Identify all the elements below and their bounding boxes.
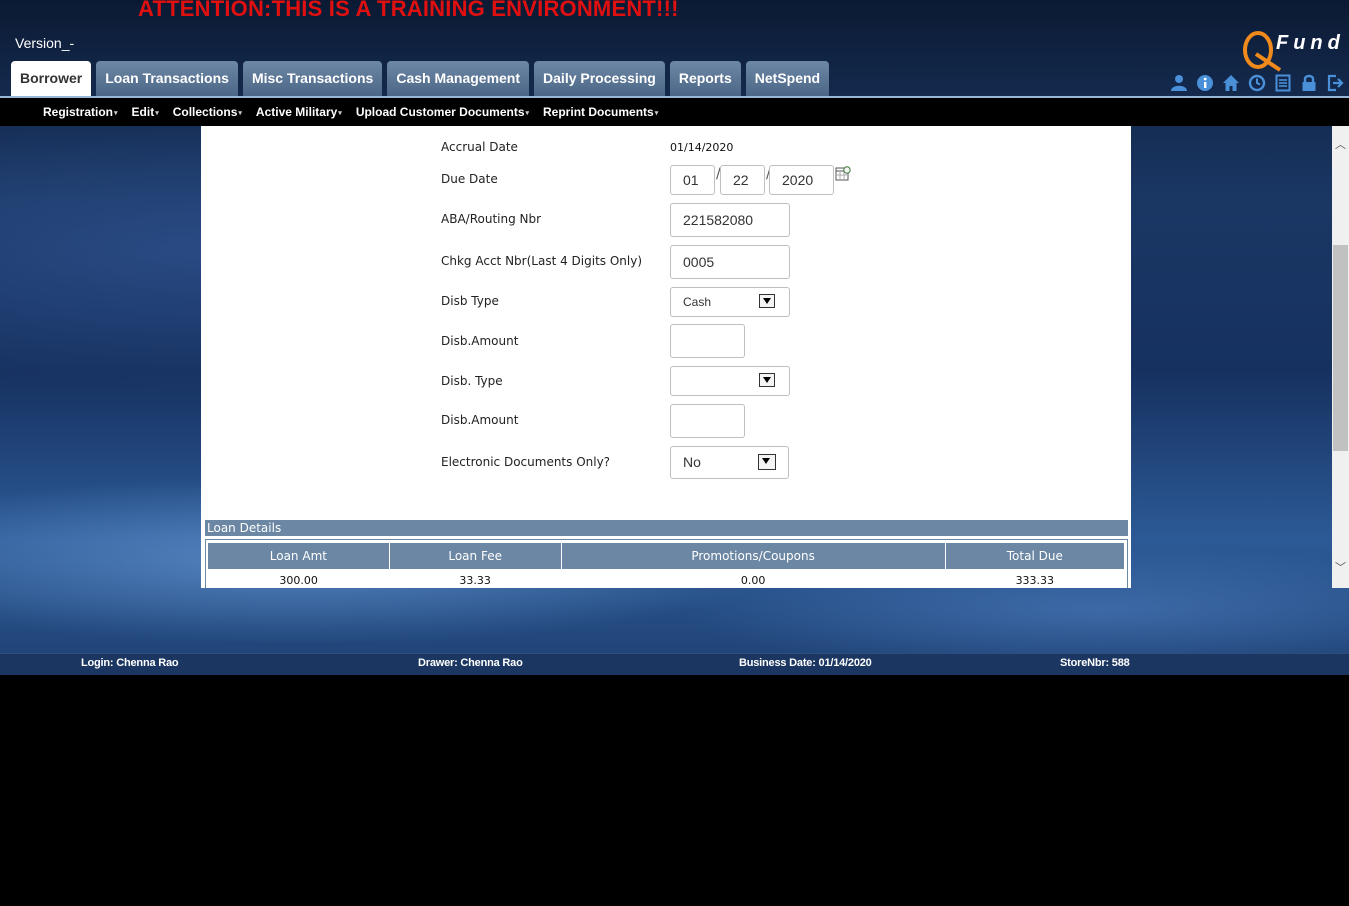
clipped-row-label [441, 126, 445, 131]
disb-type2-select[interactable] [670, 366, 790, 396]
sub-navigation: Registration▾ Edit▾ Collections▾ Active … [0, 98, 1349, 126]
col-promotions-coupons: Promotions/Coupons [561, 543, 946, 569]
subnav-collections[interactable]: Collections▾ [173, 105, 242, 119]
scroll-up-icon[interactable]: ︿ [1332, 136, 1349, 153]
disb-type-select[interactable]: Cash [670, 287, 790, 317]
loan-amt-cell: 300.00 [279, 573, 318, 587]
business-date-status: Business Date: 01/14/2020 [739, 657, 872, 669]
disb-type-value: Cash [683, 295, 712, 309]
chevron-down-icon [759, 373, 775, 387]
tab-netspend[interactable]: NetSpend [745, 61, 830, 96]
info-icon[interactable] [1196, 74, 1214, 92]
disb-amount-input[interactable] [670, 324, 745, 358]
loan-fee-cell: 33.33 [459, 573, 491, 587]
promotions-cell: 0.00 [740, 573, 766, 587]
store-number-status: StoreNbr: 588 [1060, 657, 1130, 669]
subnav-upload-customer-documents[interactable]: Upload Customer Documents▾ [356, 105, 529, 119]
dropdown-caret-icon: ▾ [654, 110, 659, 117]
user-icon[interactable] [1170, 74, 1188, 92]
due-year-input[interactable] [769, 165, 834, 195]
chkg-acct-label: Chkg Acct Nbr(Last 4 Digits Only) [441, 254, 643, 268]
disb-amount-label: Disb.Amount [441, 334, 519, 348]
dropdown-caret-icon: ▾ [114, 110, 118, 117]
total-due-cell: 333.33 [1015, 573, 1055, 587]
disb-type2-label: Disb. Type [441, 374, 503, 388]
disb-type-label: Disb Type [441, 294, 499, 308]
tab-loan-transactions[interactable]: Loan Transactions [96, 61, 238, 96]
tab-daily-processing[interactable]: Daily Processing [534, 61, 665, 96]
loan-details-table: Loan Amt Loan Fee Promotions/Coupons Tot… [208, 543, 1126, 588]
dropdown-caret-icon: ▾ [238, 110, 242, 117]
vertical-scrollbar[interactable]: ︿ ﹀ [1332, 126, 1349, 588]
electronic-docs-label: Electronic Documents Only? [441, 455, 611, 469]
list-icon[interactable] [1274, 74, 1292, 92]
electronic-docs-value: No [683, 454, 701, 470]
subnav-active-military[interactable]: Active Military▾ [256, 105, 342, 119]
logo-text: Fund [1276, 32, 1345, 54]
app-background: ATTENTION:THIS IS A TRAINING ENVIRONMENT… [0, 0, 1349, 675]
header-icon-bar [1170, 74, 1344, 92]
scrollbar-thumb[interactable] [1333, 245, 1348, 451]
scroll-down-icon[interactable]: ﹀ [1332, 559, 1349, 576]
electronic-docs-select[interactable]: No [670, 446, 789, 479]
tab-cash-management[interactable]: Cash Management [387, 61, 530, 96]
due-month-input[interactable] [670, 165, 715, 195]
aba-routing-label: ABA/Routing Nbr [441, 212, 542, 226]
subnav-registration[interactable]: Registration▾ [43, 105, 118, 119]
col-loan-fee: Loan Fee [389, 543, 562, 569]
main-tabs: Borrower Loan Transactions Misc Transact… [11, 61, 830, 96]
logout-icon[interactable] [1326, 74, 1344, 92]
dropdown-caret-icon: ▾ [338, 110, 342, 117]
col-loan-amt: Loan Amt [208, 543, 390, 569]
dropdown-caret-icon: ▾ [155, 110, 159, 117]
loan-details-table-frame: Loan Amt Loan Fee Promotions/Coupons Tot… [205, 539, 1128, 588]
tab-borrower[interactable]: Borrower [11, 61, 92, 96]
subnav-reprint-documents[interactable]: Reprint Documents▾ [543, 105, 658, 119]
chevron-down-icon [758, 454, 776, 470]
chkg-acct-input[interactable] [670, 245, 790, 279]
qfund-logo: Fund [1242, 28, 1346, 72]
subnav-edit[interactable]: Edit▾ [132, 105, 159, 119]
due-date-label: Due Date [441, 172, 498, 186]
tab-reports[interactable]: Reports [669, 61, 741, 96]
aba-routing-input[interactable] [670, 203, 790, 237]
due-day-input[interactable] [720, 165, 765, 195]
training-warning: ATTENTION:THIS IS A TRAINING ENVIRONMENT… [138, 0, 679, 21]
chevron-down-icon [759, 294, 775, 308]
drawer-status: Drawer: Chenna Rao [418, 657, 523, 669]
home-icon[interactable] [1222, 74, 1240, 92]
top-header: ATTENTION:THIS IS A TRAINING ENVIRONMENT… [0, 0, 1349, 97]
tab-misc-transactions[interactable]: Misc Transactions [242, 61, 383, 96]
status-footer: Login: Chenna Rao Drawer: Chenna Rao Bus… [0, 653, 1349, 675]
login-status: Login: Chenna Rao [81, 657, 179, 669]
dropdown-caret-icon: ▾ [525, 110, 530, 117]
version-label: Version_- [15, 35, 75, 51]
accrual-date-label: Accrual Date [441, 140, 518, 154]
clock-icon[interactable] [1248, 74, 1266, 92]
col-total-due: Total Due [945, 543, 1126, 569]
disb-amount2-label: Disb.Amount [441, 413, 519, 427]
disb-amount2-input[interactable] [670, 404, 745, 438]
loan-form-panel: Accrual Date 01/14/2020 Due Date / / ABA… [201, 126, 1131, 588]
loan-details-title: Loan Details [205, 520, 1128, 536]
calendar-icon[interactable] [835, 166, 851, 181]
table-row: 300.00 33.33 0.00 333.33 [208, 569, 1125, 588]
lock-icon[interactable] [1300, 74, 1318, 92]
accrual-date-value: 01/14/2020 [670, 141, 734, 154]
